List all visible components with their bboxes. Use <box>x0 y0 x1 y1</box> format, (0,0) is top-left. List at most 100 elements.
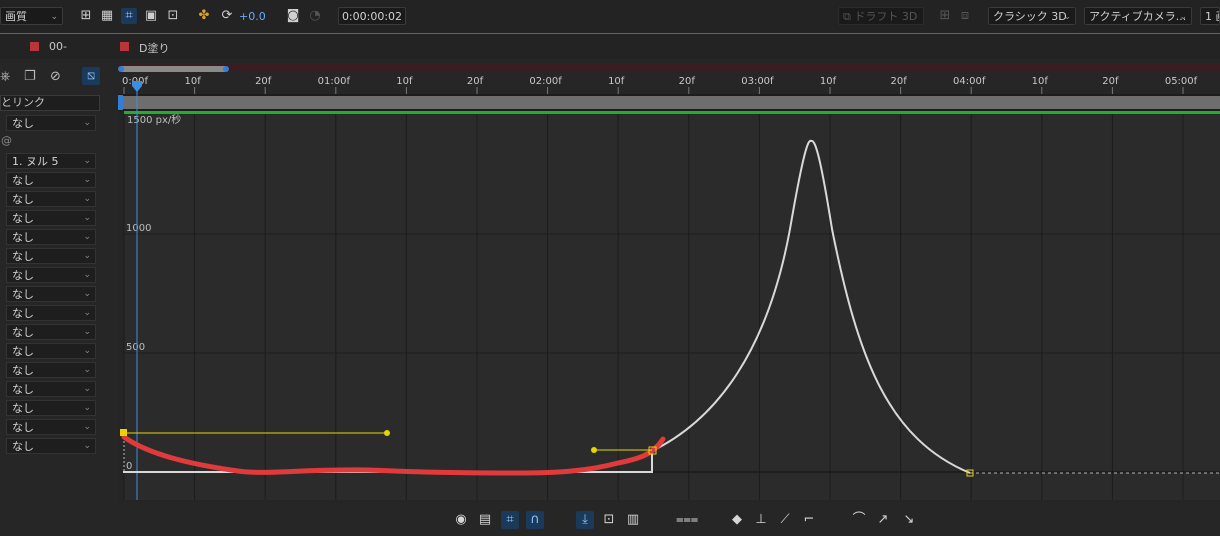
grid-guides-icon[interactable]: ⊡ <box>165 8 181 24</box>
camera-select-value: アクティブカメラ... <box>1089 10 1187 23</box>
fit-selection-icon[interactable]: ⊡ <box>600 511 618 529</box>
chevron-down-icon: ⌄ <box>83 308 91 318</box>
edit-keyframe-icon[interactable]: ◆ <box>728 511 746 529</box>
parent-link-panel: ⎈ ❐ ⊘ ⧅ とリンク なし ⌄ @ 1. ヌル 5 ⌄ なし ⌄ なし ⌄ なし ⌄ なし ⌄… <box>0 59 118 536</box>
layer-color-swatch[interactable] <box>120 42 129 51</box>
y-axis-label: 500 <box>126 342 145 353</box>
work-area-start-handle[interactable] <box>118 66 124 72</box>
chevron-down-icon: ⌄ <box>83 365 91 375</box>
pick-whip-icon[interactable]: @ <box>1 134 12 147</box>
graph-editor-icon[interactable]: ⧅ <box>82 67 100 85</box>
parent-select[interactable]: なし ⌄ <box>6 210 96 226</box>
parent-select[interactable]: なし ⌄ <box>6 362 96 378</box>
fast-preview-icon[interactable]: ⊞ <box>78 8 94 24</box>
ruler-label: 05:00f <box>1165 76 1198 87</box>
layer-name[interactable]: 00- <box>49 40 67 53</box>
parent-icon[interactable]: ⎈ <box>0 69 10 84</box>
easy-ease-icon[interactable]: ⌒ <box>850 511 868 529</box>
parent-select[interactable]: なし ⌄ <box>6 248 96 264</box>
parent-select-value: なし <box>12 440 34 453</box>
graph-editor[interactable]: 0:00f10f20f01:00f10f20f02:00f10f20f03:00… <box>118 59 1220 536</box>
quality-select[interactable]: 画質 ⌄ <box>0 7 63 25</box>
show-properties-icon[interactable]: ◉ <box>452 511 470 529</box>
chevron-down-icon: ⌄ <box>83 384 91 394</box>
graph-plot-area[interactable] <box>124 114 1220 500</box>
parent-select[interactable]: なし ⌄ <box>6 400 96 416</box>
extended-viewer-icon: ⧈ <box>960 8 970 23</box>
parent-select-value: なし <box>12 326 34 339</box>
ruler-label: 10f <box>820 76 837 87</box>
layers-icon[interactable]: ❐ <box>24 69 36 84</box>
ruler-label: 20f <box>467 76 484 87</box>
parent-select[interactable]: なし ⌄ <box>6 229 96 245</box>
hold-keyframe-icon[interactable]: ⊥ <box>752 511 770 529</box>
layer-row: 00- D塗り <box>0 34 1220 59</box>
auto-zoom-height-icon[interactable]: ⤓ <box>576 511 594 529</box>
easy-ease-in-icon[interactable]: ↗ <box>874 511 892 529</box>
parent-select[interactable]: なし ⌄ <box>6 115 96 131</box>
graph-type-options-icon[interactable]: ▤ <box>476 511 494 529</box>
bezier-handle-point[interactable] <box>384 430 390 436</box>
ruler-label: 10f <box>184 76 201 87</box>
chevron-down-icon: ⌄ <box>83 422 91 432</box>
parent-select[interactable]: なし ⌄ <box>6 324 96 340</box>
camera-select[interactable]: アクティブカメラ... ⌄ <box>1084 7 1192 25</box>
parent-select[interactable]: なし ⌄ <box>6 419 96 435</box>
parent-select[interactable]: なし ⌄ <box>6 267 96 283</box>
work-area-line <box>124 111 1220 114</box>
parent-select-value: なし <box>12 383 34 396</box>
link-icon[interactable]: ⊘ <box>50 69 61 84</box>
reset-exposure-icon[interactable]: ⟳ <box>219 8 235 24</box>
parent-select-value: 1. ヌル 5 <box>12 155 59 168</box>
timecode-field[interactable]: 0:00:00:02 <box>338 7 406 25</box>
fit-all-graphs-icon[interactable]: ▥ <box>624 511 642 529</box>
parent-link-header: とリンク <box>0 95 100 111</box>
draft-3d-button[interactable]: ⧉ ドラフト 3D <box>838 7 924 25</box>
exposure-value[interactable]: +0.0 <box>239 10 266 23</box>
renderer-select[interactable]: クラシック 3D ⌄ <box>988 7 1076 25</box>
easy-ease-out-icon[interactable]: ↘ <box>900 511 918 529</box>
transform-box-icon[interactable]: ⌗ <box>501 511 519 529</box>
draft-3d-label: ドラフト 3D <box>854 10 918 23</box>
parent-link-label: とリンク <box>1 96 45 109</box>
ruler-label: 04:00f <box>953 76 986 87</box>
layer-color-swatch[interactable] <box>30 42 39 51</box>
parent-select[interactable]: なし ⌄ <box>6 438 96 454</box>
parent-select[interactable]: なし ⌄ <box>6 305 96 321</box>
views-select[interactable]: 1 画 <box>1200 7 1220 25</box>
parent-select-value: なし <box>12 193 34 206</box>
parent-select[interactable]: なし ⌄ <box>6 172 96 188</box>
linear-keyframe-icon[interactable]: ⟋ <box>776 511 794 529</box>
color-channel-icon[interactable]: ✤ <box>196 8 212 24</box>
ruler-label: 01:00f <box>318 76 351 87</box>
separate-dimensions-icon[interactable]: ⩶ <box>676 511 698 529</box>
ruler-label: 10f <box>396 76 413 87</box>
work-area-end-handle[interactable] <box>223 66 229 72</box>
parent-select[interactable]: なし ⌄ <box>6 343 96 359</box>
camera-snapshot-icon[interactable]: ◙ <box>285 8 301 24</box>
chevron-down-icon: ⌄ <box>83 175 91 185</box>
chevron-down-icon: ⌄ <box>83 232 91 242</box>
chevron-down-icon: ⌄ <box>83 118 91 128</box>
work-area-bar[interactable] <box>121 66 225 72</box>
parent-select[interactable]: なし ⌄ <box>6 286 96 302</box>
bezier-handle-point[interactable] <box>591 447 597 453</box>
mask-path-icon[interactable]: ⌗ <box>121 8 137 24</box>
chevron-down-icon: ⌄ <box>83 346 91 356</box>
quality-select-value: 画質 <box>5 10 27 23</box>
parent-select[interactable]: なし ⌄ <box>6 381 96 397</box>
parent-select[interactable]: なし ⌄ <box>6 191 96 207</box>
views-select-value: 1 画 <box>1205 10 1219 23</box>
parent-select-value: なし <box>12 288 34 301</box>
ruler-label: 10f <box>608 76 625 87</box>
auto-bezier-icon[interactable]: ⌐ <box>800 511 818 529</box>
layer-name[interactable]: D塗り <box>139 40 169 56</box>
chevron-down-icon: ⌄ <box>83 213 91 223</box>
navigator-handle[interactable] <box>118 95 123 110</box>
snap-icon[interactable]: ∩ <box>526 511 544 529</box>
navigator-bar[interactable] <box>120 96 1220 109</box>
transparency-grid-icon[interactable]: ▦ <box>99 8 115 24</box>
keyframe-marker-selected[interactable] <box>120 429 127 436</box>
region-of-interest-icon[interactable]: ▣ <box>143 8 159 24</box>
parent-select[interactable]: 1. ヌル 5 ⌄ <box>6 153 96 169</box>
